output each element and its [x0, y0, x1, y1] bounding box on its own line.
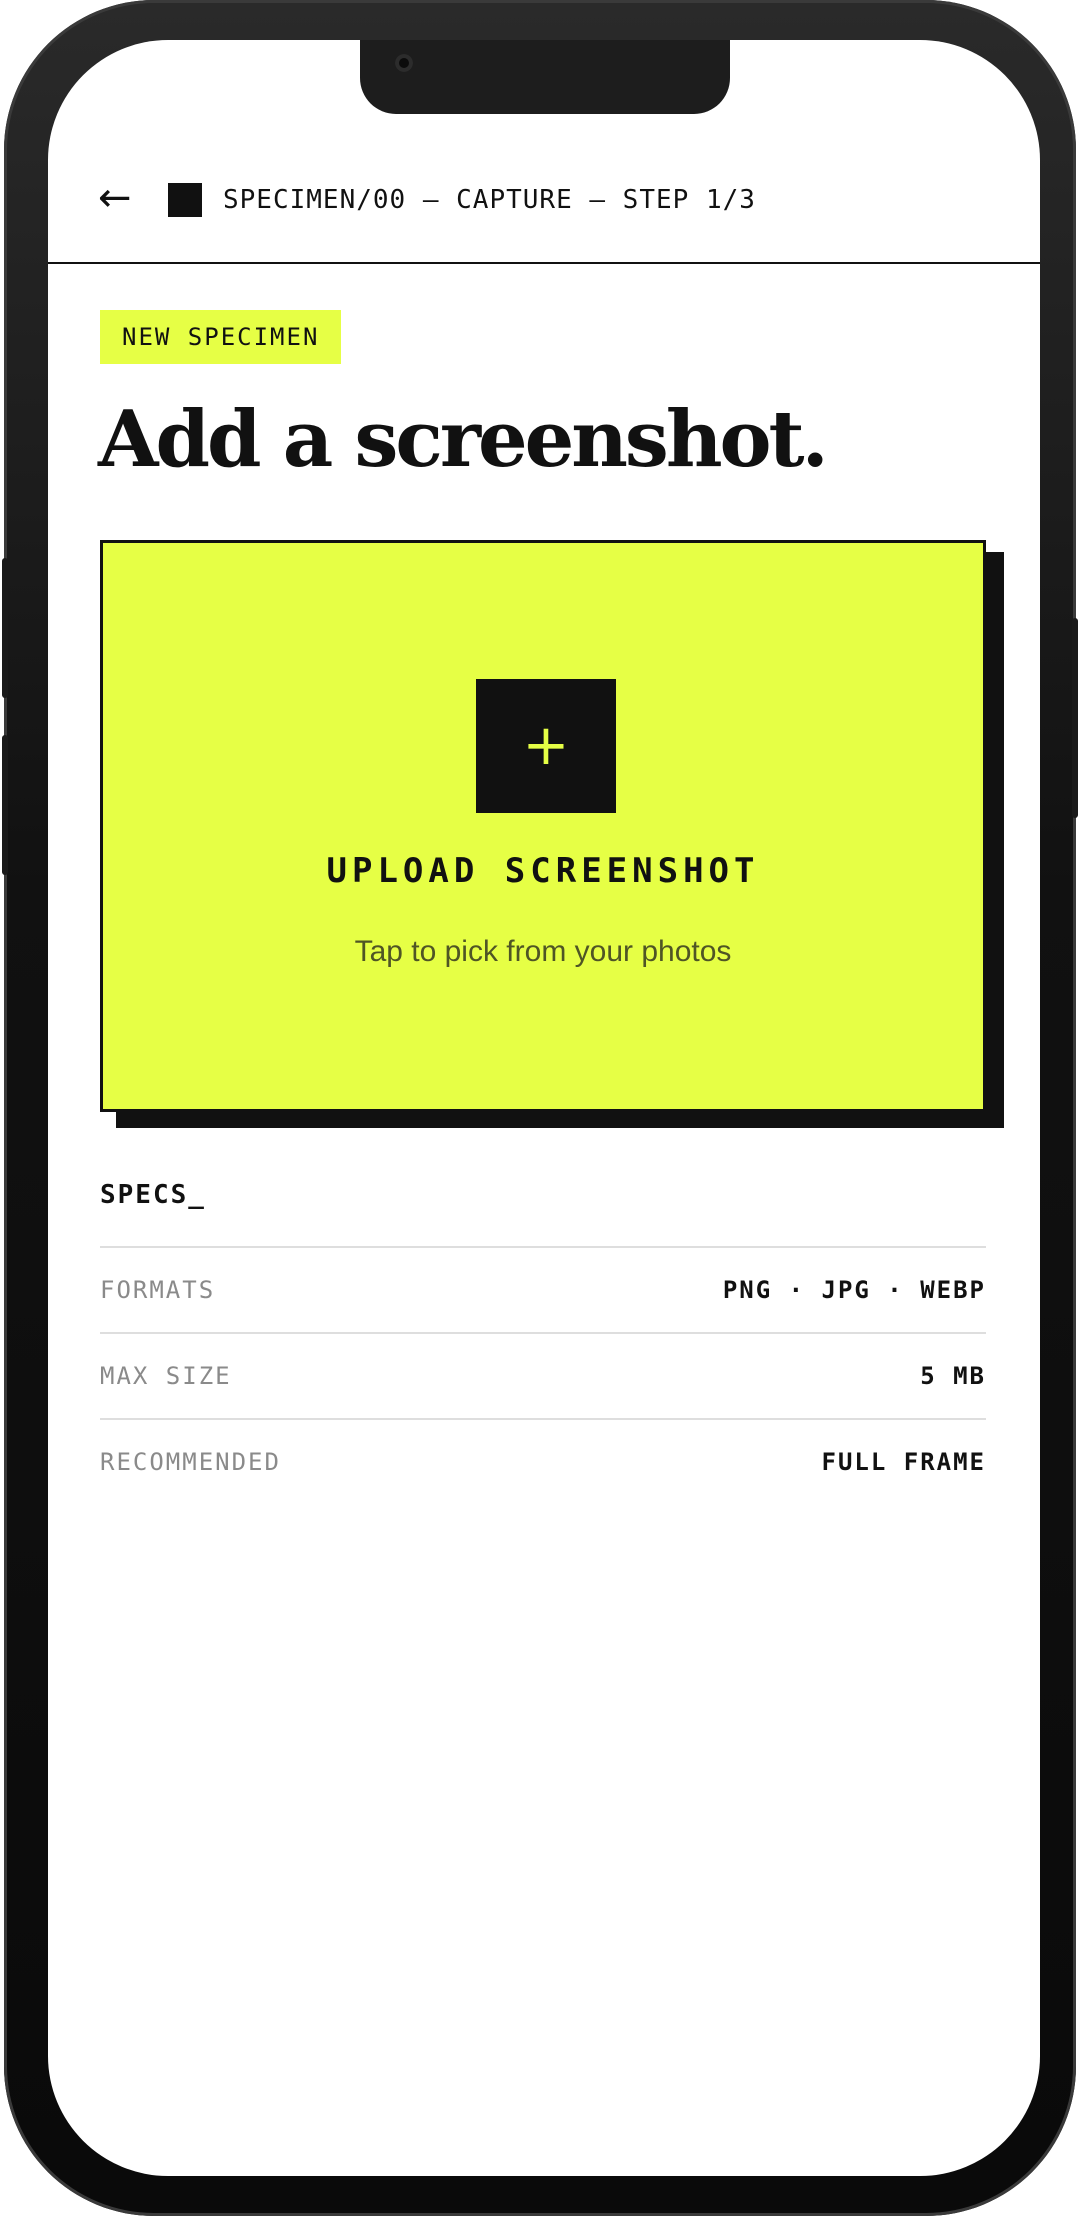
square-mark-icon [168, 183, 202, 217]
upload-screenshot-button[interactable]: + UPLOAD SCREENSHOT Tap to pick from you… [100, 540, 986, 1112]
spec-row-recommended: RECOMMENDED FULL FRAME [100, 1418, 986, 1504]
screen: ← SPECIMEN/00 — CAPTURE — STEP 1/3 NEW S… [48, 40, 1040, 2176]
spec-value: FULL FRAME [821, 1448, 986, 1476]
spec-value: 5 MB [920, 1362, 986, 1390]
top-bar: ← SPECIMEN/00 — CAPTURE — STEP 1/3 [48, 160, 1040, 264]
page-title: Add a screenshot. [98, 394, 829, 485]
spec-label: MAX SIZE [100, 1362, 232, 1390]
spec-label: RECOMMENDED [100, 1448, 281, 1476]
upload-subtitle: Tap to pick from your photos [354, 935, 732, 968]
spec-row-formats: FORMATS PNG · JPG · WEBP [100, 1246, 986, 1332]
spec-row-max-size: MAX SIZE 5 MB [100, 1332, 986, 1418]
spec-list: FORMATS PNG · JPG · WEBP MAX SIZE 5 MB R… [100, 1246, 986, 1504]
breadcrumb: SPECIMEN/00 — CAPTURE — STEP 1/3 [223, 185, 756, 215]
phone-frame: ← SPECIMEN/00 — CAPTURE — STEP 1/3 NEW S… [2, 0, 1078, 2216]
arrow-left-icon[interactable]: ← [98, 178, 132, 218]
volume-up-button [2, 558, 8, 698]
front-camera [395, 54, 413, 72]
new-specimen-tag: NEW SPECIMEN [100, 310, 342, 364]
power-button [1072, 618, 1078, 818]
spec-label: FORMATS [100, 1276, 216, 1304]
notch [360, 40, 730, 114]
spec-value: PNG · JPG · WEBP [722, 1276, 986, 1304]
upload-title: UPLOAD SCREENSHOT [326, 851, 760, 891]
volume-down-button [2, 735, 8, 875]
specs-heading: SPECS_ [100, 1180, 206, 1210]
plus-icon: + [476, 679, 616, 813]
